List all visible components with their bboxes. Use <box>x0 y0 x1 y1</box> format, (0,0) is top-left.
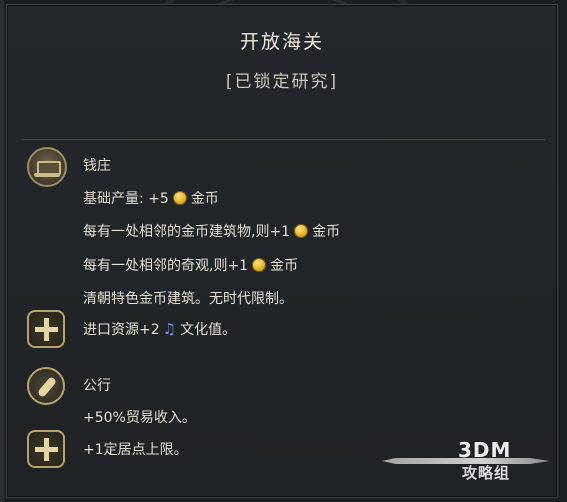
base-output-line: 基础产量: +5 金币 <box>83 188 219 208</box>
base-output-text: 基础产量: +5 <box>83 191 169 207</box>
civ-note-line: 清朝特色金币建筑。无时代限制。 <box>83 291 293 307</box>
gold-label: 金币 <box>190 191 219 207</box>
research-status: [已锁定研究] <box>225 72 339 92</box>
gold-coin-icon <box>294 224 309 238</box>
building-name: 钱庄 <box>83 158 111 174</box>
gold-coin-icon <box>252 258 267 272</box>
trade-income-line: +50%贸易收入。 <box>83 410 196 426</box>
watermark-logo: 3DM 攻略组 <box>382 436 552 486</box>
gold-label: 金币 <box>312 224 341 240</box>
firm-name: 公行 <box>83 378 111 394</box>
import-line: 进口资源+2 ♫ 文化值。 <box>83 319 236 339</box>
adjacency-wonder-text: 每有一处相邻的奇观,则+1 <box>83 258 249 274</box>
plus-icon <box>27 310 65 348</box>
quill-icon <box>27 367 65 405</box>
music-note-icon: ♫ <box>162 320 177 338</box>
divider <box>21 139 545 140</box>
tech-tooltip: 开放海关 [已锁定研究] 钱庄 基础产量: +5 金币 每有一处相邻的金币建筑物,… <box>6 4 558 498</box>
import-text: 进口资源+2 <box>83 322 160 338</box>
gold-label: 金币 <box>270 258 299 274</box>
adjacency-building-text: 每有一处相邻的金币建筑物,则+1 <box>83 224 291 240</box>
tooltip-title: 开放海关 <box>239 31 324 53</box>
adjacency-building-line: 每有一处相邻的金币建筑物,则+1 金币 <box>83 221 340 241</box>
watermark-brand: 3DM <box>458 438 512 462</box>
culture-label: 文化值。 <box>180 322 237 338</box>
adjacency-wonder-line: 每有一处相邻的奇观,则+1 金币 <box>83 255 298 275</box>
bank-icon <box>27 147 67 187</box>
settlement-limit-line: +1定居点上限。 <box>83 442 188 458</box>
gold-coin-icon <box>172 191 187 205</box>
background-strip <box>0 0 4 502</box>
plus-icon <box>27 430 65 468</box>
watermark-group: 攻略组 <box>462 464 511 482</box>
